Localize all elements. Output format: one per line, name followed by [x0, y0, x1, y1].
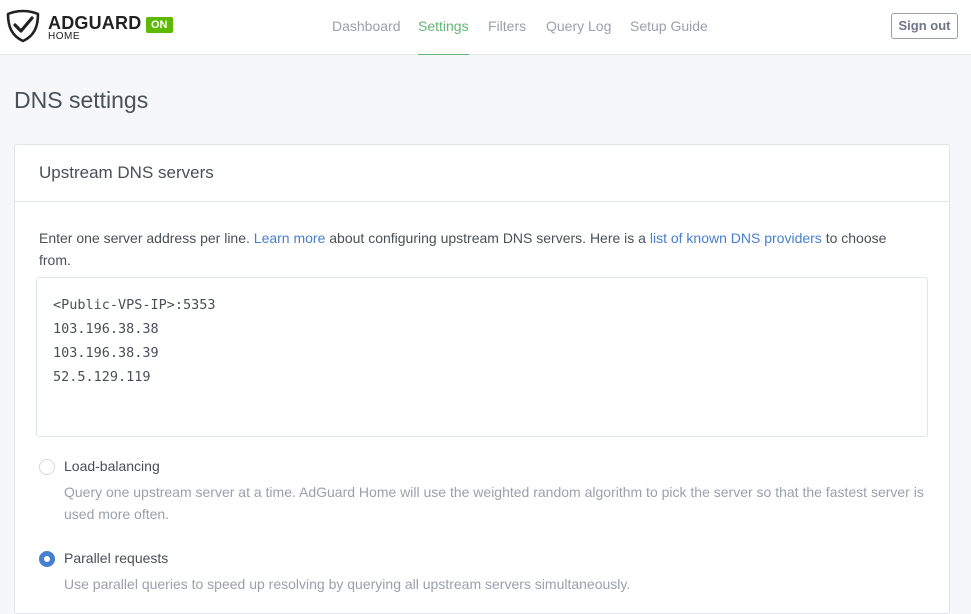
learn-more-link[interactable]: Learn more	[254, 230, 326, 246]
upstream-dns-card: Upstream DNS servers Enter one server ad…	[14, 144, 950, 614]
nav-query-log[interactable]: Query Log	[546, 0, 611, 55]
protection-status-badge: ON	[146, 17, 173, 33]
desc-text-1: Enter one server address per line.	[39, 230, 254, 246]
brand-name: ADGUARD	[48, 13, 142, 33]
nav-settings[interactable]: Settings	[418, 0, 469, 55]
parallel-requests-radio[interactable]	[39, 551, 55, 567]
parallel-requests-description: Use parallel queries to speed up resolvi…	[64, 576, 631, 592]
nav-setup-guide[interactable]: Setup Guide	[630, 0, 708, 55]
load-balancing-description: Query one upstream server at a time. AdG…	[64, 484, 924, 522]
sign-out-button[interactable]: Sign out	[891, 13, 958, 39]
upstream-servers-textarea[interactable]: <Public-VPS-IP>:5353 103.196.38.38 103.1…	[36, 277, 928, 437]
load-balancing-label[interactable]: Load-balancing	[64, 458, 160, 474]
upstream-server-line: <Public-VPS-IP>:5353	[53, 297, 216, 313]
page-title: DNS settings	[14, 87, 149, 113]
nav-dashboard[interactable]: Dashboard	[332, 0, 401, 55]
dns-providers-link[interactable]: list of known DNS providers	[650, 230, 822, 246]
adguard-shield-check-icon	[6, 9, 40, 43]
top-navbar: ADGUARD HOME ON Dashboard Settings Filte…	[0, 0, 971, 55]
load-balancing-radio[interactable]	[39, 459, 55, 475]
desc-text-2: about configuring upstream DNS servers. …	[325, 230, 650, 246]
nav-filters[interactable]: Filters	[488, 0, 526, 55]
upstream-description: Enter one server address per line. Learn…	[39, 227, 919, 271]
upstream-server-line: 103.196.38.39	[53, 345, 159, 361]
upstream-server-line: 52.5.129.119	[53, 369, 151, 385]
card-header: Upstream DNS servers	[15, 145, 949, 202]
upstream-server-line: 103.196.38.38	[53, 321, 159, 337]
card-title: Upstream DNS servers	[39, 163, 214, 182]
parallel-requests-label[interactable]: Parallel requests	[64, 550, 168, 566]
brand-subtitle: HOME	[48, 31, 80, 42]
